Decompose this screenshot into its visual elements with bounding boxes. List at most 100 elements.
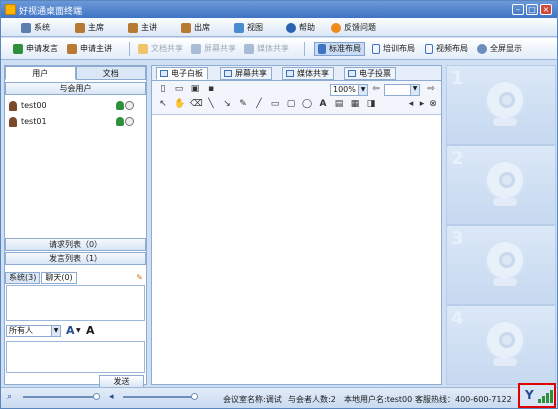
layout-standard-button[interactable]: 标准布局 <box>314 42 365 56</box>
user-row[interactable]: test01 <box>9 116 47 128</box>
font-color-icon[interactable]: A <box>66 324 75 337</box>
chat-input[interactable] <box>6 341 145 373</box>
attendee-count: 与会者人数:2 <box>288 395 336 404</box>
folder-icon <box>138 44 148 54</box>
tab-media-share[interactable]: 媒体共享 <box>282 67 334 80</box>
speak-list-header[interactable]: 发言列表（1） <box>5 252 146 265</box>
tab-screen-share[interactable]: 屏幕共享 <box>220 67 272 80</box>
signal-bar <box>550 390 553 403</box>
menu-bar: 系统 主席 主讲 出席 视图 帮助 反馈问题 <box>1 18 557 37</box>
menu-view[interactable]: 视图 <box>234 21 263 34</box>
fullscreen-button[interactable]: 全屏显示 <box>477 42 522 56</box>
eraser-icon[interactable]: ⌫ <box>190 99 203 109</box>
screenshot-icon[interactable]: ▦ <box>350 99 360 109</box>
layout-video-button[interactable]: 视频布局 <box>425 42 468 56</box>
speaker-volume-slider[interactable] <box>123 393 198 400</box>
media-share-button[interactable]: 媒体共享 <box>244 42 289 56</box>
room-name: 会议室名称:调试 <box>223 395 282 404</box>
toolbar-divider <box>304 42 305 56</box>
slider-knob[interactable] <box>191 393 198 400</box>
app-logo-icon <box>5 4 16 15</box>
layout-icon <box>318 44 326 54</box>
signal-bar <box>538 399 541 403</box>
arrow-icon[interactable]: ↘ <box>222 99 232 109</box>
network-signal-indicator[interactable]: Y <box>518 383 556 408</box>
person-icon <box>75 22 85 33</box>
minimize-button[interactable]: – <box>512 4 524 15</box>
menu-system[interactable]: 系统 <box>21 21 50 34</box>
menu-chairman[interactable]: 主席 <box>75 21 104 34</box>
tab-system-messages[interactable]: 系统(3) <box>5 272 41 284</box>
menu-attend[interactable]: 出席 <box>181 21 210 34</box>
ellipse-icon[interactable]: ◯ <box>302 99 312 109</box>
microphone-icon[interactable] <box>116 101 124 110</box>
request-list-header[interactable]: 请求列表（0） <box>5 238 146 251</box>
open-icon[interactable]: ▭ <box>174 84 184 94</box>
next-page-icon[interactable]: ⇨ <box>426 84 436 94</box>
screen-share-button[interactable]: 屏幕共享 <box>191 42 236 56</box>
person-icon <box>128 22 138 33</box>
image-icon[interactable]: ▤ <box>334 99 344 109</box>
video-slot[interactable]: 4 <box>446 305 556 385</box>
maximize-button[interactable]: □ <box>526 4 538 15</box>
grid-icon <box>425 44 433 54</box>
export-icon[interactable]: ▣ <box>190 84 200 94</box>
pointer-icon[interactable]: ↖ <box>158 99 168 109</box>
save-icon[interactable]: ▪ <box>206 84 216 94</box>
font-size-icon[interactable]: A <box>86 324 95 337</box>
left-panel: 用户 文档 与会用户 test00 test01 请求列表（0） 发言列表（1）… <box>4 65 147 388</box>
chat-panel: 系统(3) 聊天(0) ✎ 所有人 ▼ A ▼ A 发送 <box>5 272 146 388</box>
whiteboard-canvas[interactable] <box>153 116 440 384</box>
microphone-icon[interactable]: ⌕ <box>7 392 12 402</box>
text-icon[interactable]: A <box>318 99 328 109</box>
layout-training-button[interactable]: 培训布局 <box>372 42 415 56</box>
camera-icon[interactable] <box>125 117 134 126</box>
chat-history <box>6 285 145 321</box>
user-row[interactable]: test00 <box>9 100 47 112</box>
speaker-icon[interactable]: ◂ <box>109 392 114 402</box>
tab-chat[interactable]: 聊天(0) <box>41 272 77 284</box>
chevron-down-icon[interactable]: ▼ <box>76 327 81 334</box>
recipient-select[interactable]: 所有人 ▼ <box>6 325 61 337</box>
prev-page-icon[interactable]: ⇦ <box>371 84 381 94</box>
rounded-rect-icon[interactable]: ▢ <box>286 99 296 109</box>
app-window: 好视通桌面终端 – □ × 系统 主席 主讲 出席 视图 帮助 反馈问题 申请发… <box>0 0 558 409</box>
menu-help[interactable]: 帮助 <box>286 21 315 34</box>
pin-icon[interactable]: ✎ <box>136 273 143 282</box>
slider-knob[interactable] <box>93 393 100 400</box>
close-button[interactable]: × <box>540 4 552 15</box>
page-select[interactable]: ▼ <box>384 84 420 96</box>
scroll-right-icon[interactable]: ▸ <box>417 99 427 109</box>
pen-icon[interactable]: ✎ <box>238 99 248 109</box>
rectangle-icon[interactable]: ▭ <box>270 99 280 109</box>
tab-users[interactable]: 用户 <box>5 66 76 80</box>
highlighter-icon[interactable]: ╱ <box>254 99 264 109</box>
menu-presenter[interactable]: 主讲 <box>128 21 157 34</box>
video-slot[interactable]: 2 <box>446 145 556 225</box>
speak-icon <box>13 44 23 54</box>
tab-whiteboard[interactable]: 电子白板 <box>156 67 208 80</box>
line-icon[interactable]: ╲ <box>206 99 216 109</box>
video-slot[interactable]: 3 <box>446 225 556 305</box>
title-bar: 好视通桌面终端 – □ × <box>1 1 557 18</box>
tab-docs[interactable]: 文档 <box>75 66 146 80</box>
webcam-icon <box>483 80 527 130</box>
tab-vote[interactable]: 电子投票 <box>344 67 396 80</box>
color-icon[interactable]: ◨ <box>366 99 376 109</box>
doc-share-button[interactable]: 文档共享 <box>138 42 183 56</box>
mic-volume-slider[interactable] <box>23 393 100 400</box>
new-page-icon[interactable]: ▯ <box>158 84 168 94</box>
person-icon <box>181 22 191 33</box>
hand-icon[interactable]: ✋ <box>174 99 185 109</box>
microphone-icon[interactable] <box>116 117 124 126</box>
menu-feedback[interactable]: 反馈问题 <box>331 21 376 34</box>
request-present-button[interactable]: 申请主讲 <box>67 42 112 56</box>
window-title: 好视通桌面终端 <box>19 7 83 17</box>
close-icon[interactable]: ⊗ <box>428 99 438 109</box>
request-speak-button[interactable]: 申请发言 <box>13 42 58 56</box>
camera-icon[interactable] <box>125 101 134 110</box>
video-slot[interactable]: 1 <box>446 65 556 145</box>
scroll-left-icon[interactable]: ◂ <box>406 99 416 109</box>
chevron-down-icon: ▼ <box>51 326 60 336</box>
zoom-select[interactable]: 100% ▼ <box>330 84 368 96</box>
